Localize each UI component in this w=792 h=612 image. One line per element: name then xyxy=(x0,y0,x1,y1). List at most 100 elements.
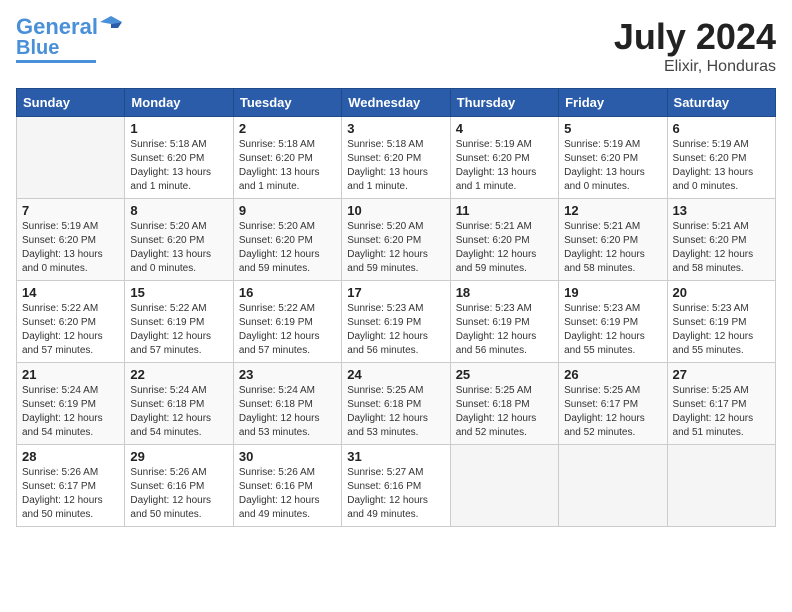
day-number: 30 xyxy=(239,449,336,464)
calendar-cell: 8 Sunrise: 5:20 AM Sunset: 6:20 PM Daylig… xyxy=(125,199,233,281)
day-number: 28 xyxy=(22,449,119,464)
title-block: July 2024 Elixir, Honduras xyxy=(614,16,776,76)
day-number: 23 xyxy=(239,367,336,382)
day-info: Sunrise: 5:25 AM Sunset: 6:17 PM Dayligh… xyxy=(673,384,770,440)
calendar-cell: 16 Sunrise: 5:22 AM Sunset: 6:19 PM Dayli… xyxy=(233,281,341,363)
day-number: 21 xyxy=(22,367,119,382)
weekday-header-saturday: Saturday xyxy=(667,89,775,117)
day-info: Sunrise: 5:24 AM Sunset: 6:18 PM Dayligh… xyxy=(239,384,336,440)
day-info: Sunrise: 5:23 AM Sunset: 6:19 PM Dayligh… xyxy=(564,302,661,358)
day-number: 19 xyxy=(564,285,661,300)
day-info: Sunrise: 5:21 AM Sunset: 6:20 PM Dayligh… xyxy=(564,220,661,276)
day-info: Sunrise: 5:22 AM Sunset: 6:19 PM Dayligh… xyxy=(239,302,336,358)
day-info: Sunrise: 5:23 AM Sunset: 6:19 PM Dayligh… xyxy=(347,302,444,358)
logo-bird-icon xyxy=(100,14,122,36)
day-number: 7 xyxy=(22,203,119,218)
calendar-week-row: 7 Sunrise: 5:19 AM Sunset: 6:20 PM Daylig… xyxy=(17,199,776,281)
calendar-cell: 12 Sunrise: 5:21 AM Sunset: 6:20 PM Dayli… xyxy=(559,199,667,281)
day-info: Sunrise: 5:23 AM Sunset: 6:19 PM Dayligh… xyxy=(673,302,770,358)
weekday-header-monday: Monday xyxy=(125,89,233,117)
day-number: 26 xyxy=(564,367,661,382)
day-info: Sunrise: 5:18 AM Sunset: 6:20 PM Dayligh… xyxy=(130,138,227,194)
day-number: 9 xyxy=(239,203,336,218)
day-number: 4 xyxy=(456,121,553,136)
day-info: Sunrise: 5:21 AM Sunset: 6:20 PM Dayligh… xyxy=(456,220,553,276)
day-number: 17 xyxy=(347,285,444,300)
weekday-header-thursday: Thursday xyxy=(450,89,558,117)
logo-text: General xyxy=(16,16,98,38)
day-number: 8 xyxy=(130,203,227,218)
calendar-cell: 29 Sunrise: 5:26 AM Sunset: 6:16 PM Dayli… xyxy=(125,445,233,527)
calendar-week-row: 1Sunrise: 5:18 AM Sunset: 6:20 PM Daylig… xyxy=(17,117,776,199)
calendar-cell: 28 Sunrise: 5:26 AM Sunset: 6:17 PM Dayli… xyxy=(17,445,125,527)
calendar-week-row: 28 Sunrise: 5:26 AM Sunset: 6:17 PM Dayli… xyxy=(17,445,776,527)
calendar-cell: 11 Sunrise: 5:21 AM Sunset: 6:20 PM Dayli… xyxy=(450,199,558,281)
calendar-cell: 27 Sunrise: 5:25 AM Sunset: 6:17 PM Dayli… xyxy=(667,363,775,445)
calendar-week-row: 21Sunrise: 5:24 AM Sunset: 6:19 PM Dayli… xyxy=(17,363,776,445)
day-info: Sunrise: 5:22 AM Sunset: 6:20 PM Dayligh… xyxy=(22,302,119,358)
day-info: Sunrise: 5:18 AM Sunset: 6:20 PM Dayligh… xyxy=(239,138,336,194)
day-number: 14 xyxy=(22,285,119,300)
calendar-cell: 9 Sunrise: 5:20 AM Sunset: 6:20 PM Daylig… xyxy=(233,199,341,281)
day-number: 18 xyxy=(456,285,553,300)
day-info: Sunrise: 5:26 AM Sunset: 6:16 PM Dayligh… xyxy=(239,466,336,522)
day-number: 2 xyxy=(239,121,336,136)
day-number: 25 xyxy=(456,367,553,382)
day-info: Sunrise: 5:26 AM Sunset: 6:17 PM Dayligh… xyxy=(22,466,119,522)
day-number: 15 xyxy=(130,285,227,300)
day-info: Sunrise: 5:21 AM Sunset: 6:20 PM Dayligh… xyxy=(673,220,770,276)
calendar-cell: 24 Sunrise: 5:25 AM Sunset: 6:18 PM Dayli… xyxy=(342,363,450,445)
logo-blue-text: Blue xyxy=(16,38,59,58)
day-number: 12 xyxy=(564,203,661,218)
day-info: Sunrise: 5:22 AM Sunset: 6:19 PM Dayligh… xyxy=(130,302,227,358)
day-info: Sunrise: 5:20 AM Sunset: 6:20 PM Dayligh… xyxy=(239,220,336,276)
day-info: Sunrise: 5:27 AM Sunset: 6:16 PM Dayligh… xyxy=(347,466,444,522)
logo: General Blue xyxy=(16,16,122,63)
weekday-header-sunday: Sunday xyxy=(17,89,125,117)
page-header: General Blue July 2024 Elixir, Honduras xyxy=(16,16,776,76)
day-info: Sunrise: 5:19 AM Sunset: 6:20 PM Dayligh… xyxy=(22,220,119,276)
calendar-cell xyxy=(667,445,775,527)
calendar-cell: 25 Sunrise: 5:25 AM Sunset: 6:18 PM Dayli… xyxy=(450,363,558,445)
day-number: 16 xyxy=(239,285,336,300)
day-number: 5 xyxy=(564,121,661,136)
day-info: Sunrise: 5:18 AM Sunset: 6:20 PM Dayligh… xyxy=(347,138,444,194)
weekday-header-friday: Friday xyxy=(559,89,667,117)
day-number: 13 xyxy=(673,203,770,218)
calendar-cell: 3 Sunrise: 5:18 AM Sunset: 6:20 PM Daylig… xyxy=(342,117,450,199)
day-number: 10 xyxy=(347,203,444,218)
day-number: 6 xyxy=(673,121,770,136)
day-number: 27 xyxy=(673,367,770,382)
calendar-cell: 21Sunrise: 5:24 AM Sunset: 6:19 PM Dayli… xyxy=(17,363,125,445)
calendar-cell: 4Sunrise: 5:19 AM Sunset: 6:20 PM Daylig… xyxy=(450,117,558,199)
day-number: 22 xyxy=(130,367,227,382)
calendar-location: Elixir, Honduras xyxy=(614,58,776,76)
calendar-table: SundayMondayTuesdayWednesdayThursdayFrid… xyxy=(16,88,776,527)
day-number: 11 xyxy=(456,203,553,218)
calendar-cell xyxy=(17,117,125,199)
calendar-cell: 17 Sunrise: 5:23 AM Sunset: 6:19 PM Dayli… xyxy=(342,281,450,363)
day-info: Sunrise: 5:26 AM Sunset: 6:16 PM Dayligh… xyxy=(130,466,227,522)
day-number: 31 xyxy=(347,449,444,464)
day-number: 24 xyxy=(347,367,444,382)
calendar-cell: 18Sunrise: 5:23 AM Sunset: 6:19 PM Dayli… xyxy=(450,281,558,363)
day-info: Sunrise: 5:25 AM Sunset: 6:18 PM Dayligh… xyxy=(347,384,444,440)
calendar-cell: 20 Sunrise: 5:23 AM Sunset: 6:19 PM Dayli… xyxy=(667,281,775,363)
day-info: Sunrise: 5:19 AM Sunset: 6:20 PM Dayligh… xyxy=(673,138,770,194)
logo-underline xyxy=(16,60,96,63)
day-number: 29 xyxy=(130,449,227,464)
calendar-cell: 15 Sunrise: 5:22 AM Sunset: 6:19 PM Dayli… xyxy=(125,281,233,363)
day-number: 20 xyxy=(673,285,770,300)
day-info: Sunrise: 5:25 AM Sunset: 6:17 PM Dayligh… xyxy=(564,384,661,440)
calendar-cell: 26 Sunrise: 5:25 AM Sunset: 6:17 PM Dayli… xyxy=(559,363,667,445)
calendar-cell: 13 Sunrise: 5:21 AM Sunset: 6:20 PM Dayli… xyxy=(667,199,775,281)
calendar-cell: 14 Sunrise: 5:22 AM Sunset: 6:20 PM Dayli… xyxy=(17,281,125,363)
day-number: 3 xyxy=(347,121,444,136)
day-info: Sunrise: 5:25 AM Sunset: 6:18 PM Dayligh… xyxy=(456,384,553,440)
day-info: Sunrise: 5:20 AM Sunset: 6:20 PM Dayligh… xyxy=(130,220,227,276)
weekday-header-tuesday: Tuesday xyxy=(233,89,341,117)
calendar-cell: 10Sunrise: 5:20 AM Sunset: 6:20 PM Dayli… xyxy=(342,199,450,281)
calendar-cell: 19 Sunrise: 5:23 AM Sunset: 6:19 PM Dayli… xyxy=(559,281,667,363)
calendar-week-row: 14 Sunrise: 5:22 AM Sunset: 6:20 PM Dayli… xyxy=(17,281,776,363)
calendar-cell: 5Sunrise: 5:19 AM Sunset: 6:20 PM Daylig… xyxy=(559,117,667,199)
